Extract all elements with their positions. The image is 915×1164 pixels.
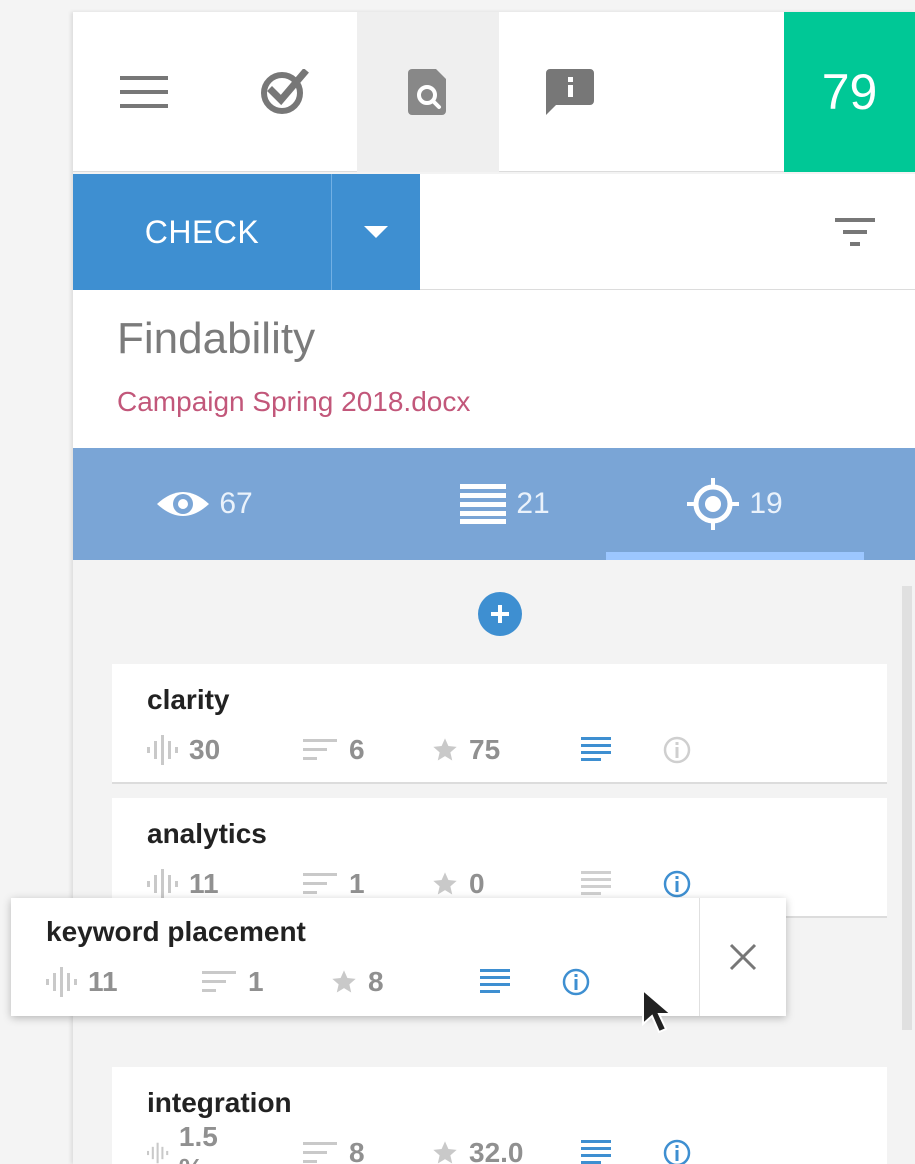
occurrences-value: 6	[349, 734, 365, 765]
tab-bar: 67 21 19	[73, 448, 915, 560]
keyword-score: 32.0	[431, 1133, 524, 1164]
keyword-card-integration[interactable]: integration 1.5 % 8 32.0	[112, 1067, 887, 1164]
text-button[interactable]	[581, 730, 621, 770]
keyword-name: clarity	[147, 684, 230, 715]
feedback-tool-button[interactable]	[499, 12, 641, 172]
info-icon	[663, 870, 691, 898]
info-button[interactable]	[562, 962, 600, 1002]
search-volume: 11	[46, 962, 118, 1002]
info-button[interactable]	[663, 730, 701, 770]
text-lines-icon	[581, 1140, 611, 1164]
star-icon	[433, 738, 457, 761]
text-lines-icon	[581, 871, 611, 895]
check-button[interactable]: CHECK	[73, 174, 331, 290]
keyword-score-value: 75	[469, 734, 501, 765]
search-volume-value: 30	[189, 734, 221, 765]
info-icon	[663, 736, 691, 764]
tab-keywords[interactable]: 19	[606, 448, 864, 560]
occurrences: 8	[303, 1133, 365, 1164]
short-text-icon	[303, 1142, 337, 1163]
target-icon	[687, 478, 740, 530]
add-keyword-button[interactable]	[478, 592, 522, 636]
tab-readability[interactable]: 67	[73, 448, 337, 560]
title-area: Findability Campaign Spring 2018.docx	[73, 290, 915, 448]
plus-icon	[491, 605, 509, 623]
soundwave-icon	[147, 735, 178, 765]
star-icon	[433, 1141, 457, 1164]
keyword-score-value: 0	[469, 868, 485, 899]
short-text-icon	[303, 739, 337, 760]
keyword-name: analytics	[147, 818, 267, 849]
search-volume-value: 1.5 %	[178, 1121, 218, 1164]
keyword-name: integration	[147, 1087, 292, 1118]
search-volume: 1.5 %	[147, 1121, 228, 1164]
caret-down-icon	[364, 226, 388, 238]
score-badge: 79	[784, 12, 915, 172]
check-dropdown-button[interactable]	[332, 174, 420, 290]
tab-keywords-count: 19	[749, 487, 783, 520]
top-toolbar: 79	[73, 12, 915, 172]
document-search-icon	[408, 69, 446, 115]
lines-icon	[460, 484, 507, 524]
check-tool-button[interactable]	[215, 12, 357, 172]
tab-structure-count: 21	[516, 487, 550, 520]
check-bar: CHECK	[73, 174, 915, 290]
text-button[interactable]	[480, 962, 520, 1002]
text-button[interactable]	[581, 1133, 621, 1164]
menu-icon	[120, 76, 168, 108]
tab-structure[interactable]: 21	[403, 448, 607, 560]
star-icon	[332, 970, 356, 993]
occurrences: 6	[303, 730, 365, 770]
info-icon	[663, 1139, 691, 1164]
remove-keyword-button[interactable]	[699, 898, 786, 1016]
occurrences: 1	[202, 962, 264, 1002]
occurrences-value: 8	[349, 1137, 365, 1164]
scrollbar[interactable]	[902, 586, 912, 1030]
soundwave-icon	[46, 967, 77, 997]
text-lines-icon	[480, 969, 510, 993]
active-tab-indicator	[606, 552, 864, 560]
keyword-score: 75	[431, 730, 500, 770]
soundwave-icon	[147, 1142, 169, 1164]
page-title: Findability	[117, 314, 316, 363]
soundwave-icon	[147, 869, 178, 899]
eye-icon	[157, 492, 210, 516]
findability-tool-button[interactable]	[357, 12, 499, 172]
mouse-cursor-icon	[642, 988, 674, 1034]
tab-readability-count: 67	[219, 487, 253, 520]
check-circle-icon	[261, 69, 309, 114]
keyword-card-clarity[interactable]: clarity 30 6 75	[112, 664, 887, 784]
close-icon	[729, 943, 757, 971]
info-icon	[562, 968, 590, 996]
menu-button[interactable]	[73, 12, 215, 172]
search-volume-value: 11	[189, 868, 219, 899]
occurrences-value: 1	[349, 868, 365, 899]
short-text-icon	[202, 971, 236, 992]
keyword-score-value: 8	[368, 966, 384, 997]
star-icon	[433, 872, 457, 895]
filter-icon[interactable]	[835, 212, 879, 252]
occurrences-value: 1	[248, 966, 264, 997]
keyword-score-value: 32.0	[469, 1137, 524, 1164]
document-name[interactable]: Campaign Spring 2018.docx	[117, 386, 470, 418]
keyword-score: 8	[330, 962, 384, 1002]
search-volume: 30	[147, 730, 220, 770]
short-text-icon	[303, 873, 337, 894]
info-button[interactable]	[663, 1133, 701, 1164]
search-volume-value: 11	[88, 966, 118, 997]
keyword-name: keyword placement	[46, 916, 306, 947]
text-lines-icon	[581, 737, 611, 761]
feedback-icon	[546, 69, 594, 115]
